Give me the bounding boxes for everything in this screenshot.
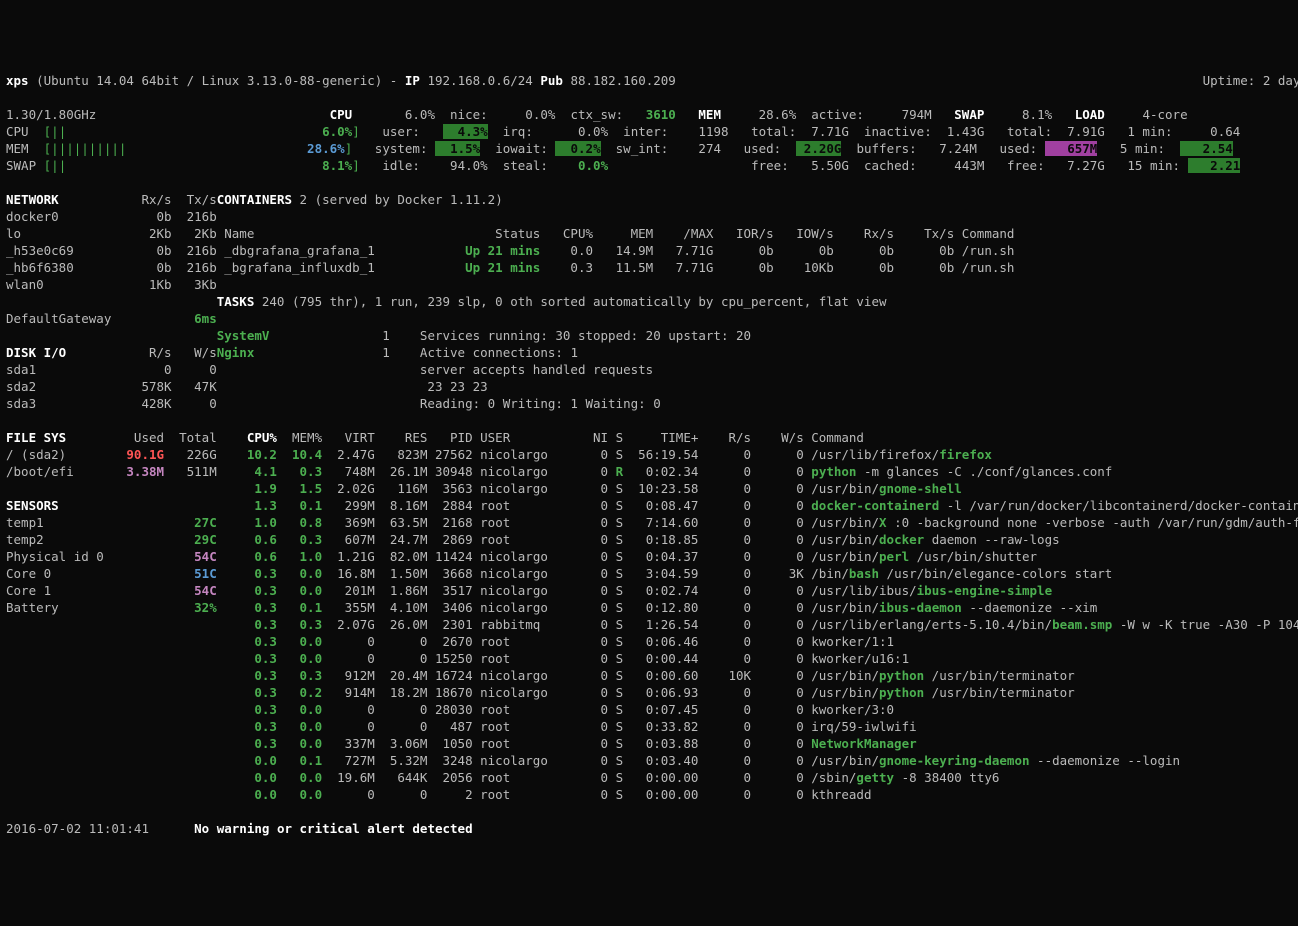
hostname: xps xyxy=(6,73,29,88)
ip-label: IP xyxy=(405,73,420,88)
footer-alert: No warning or critical alert detected xyxy=(194,821,472,836)
footer-time: 2016-07-02 11:01:41 xyxy=(6,821,149,836)
pub-label: Pub xyxy=(540,73,563,88)
